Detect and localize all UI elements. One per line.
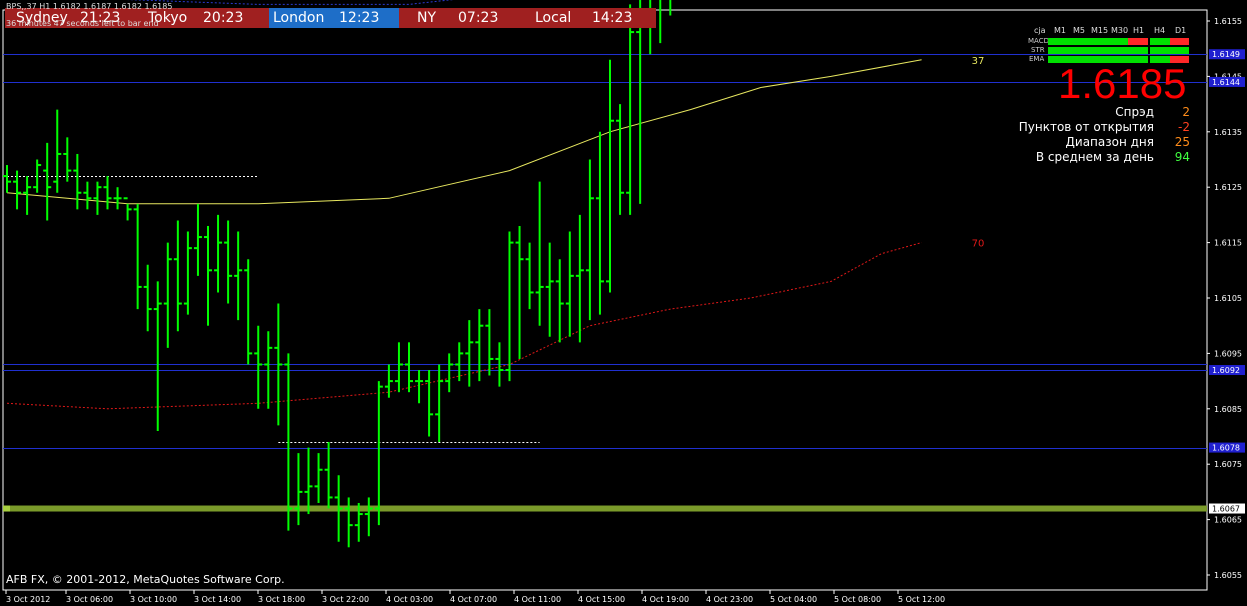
price-axis-label: 1.6115 xyxy=(1214,239,1242,248)
price-axis-label: 1.6155 xyxy=(1214,17,1242,26)
price-axis-label: 1.6075 xyxy=(1214,460,1242,469)
session-name-london: London xyxy=(273,10,325,26)
stat-label-spread: Спрэд xyxy=(1115,105,1154,119)
ma-mid-line xyxy=(6,59,922,205)
ma-slow-line xyxy=(6,242,922,410)
price-tag-label: 1.6092 xyxy=(1212,366,1240,375)
signal-cell-str-m1 xyxy=(1048,47,1068,54)
support-line-marker xyxy=(3,505,10,512)
copyright-text: AFB FX, © 2001-2012, MetaQuotes Software… xyxy=(6,573,285,586)
current-price: 1.6185 xyxy=(1058,60,1187,107)
price-axis-label: 1.6125 xyxy=(1214,183,1242,192)
signal-cell-str-m5 xyxy=(1068,47,1088,54)
time-axis-label: 4 Oct 15:00 xyxy=(578,595,625,604)
signal-cell-str-d1 xyxy=(1170,47,1189,54)
signal-cell-str-h4 xyxy=(1150,47,1170,54)
tf-h4: H4 xyxy=(1154,26,1166,35)
signal-cell-str-h1 xyxy=(1128,47,1148,54)
bar-countdown-caption: 36 minutes 47 seconds left to bar end xyxy=(6,19,159,28)
indicator-label-ema: EMA xyxy=(1029,55,1045,63)
price-axis-label: 1.6095 xyxy=(1214,349,1242,358)
time-axis-label: 3 Oct 06:00 xyxy=(66,595,113,604)
ma-label: 70 xyxy=(972,239,985,250)
session-time-local: 14:23 xyxy=(592,10,633,26)
ma-label: 37 xyxy=(972,56,985,67)
signal-cell-str-m15 xyxy=(1088,47,1108,54)
tf-m1: M1 xyxy=(1054,26,1066,35)
tf-h1: H1 xyxy=(1133,26,1145,35)
time-axis-label: 5 Oct 12:00 xyxy=(898,595,945,604)
signal-cell-macd-h4 xyxy=(1150,38,1170,45)
signal-cell-macd-h1 xyxy=(1128,38,1148,45)
price-tag-label: 1.6149 xyxy=(1212,50,1240,59)
time-axis-label: 3 Oct 22:00 xyxy=(322,595,369,604)
session-name-ny: NY xyxy=(417,10,437,26)
time-axis-label: 4 Oct 03:00 xyxy=(386,595,433,604)
stat-value-points-from-open: -2 xyxy=(1178,120,1190,134)
session-time-ny: 07:23 xyxy=(458,10,499,26)
time-axis-label: 3 Oct 2012 xyxy=(6,595,50,604)
indicator-label-str: STR xyxy=(1031,46,1045,54)
time-axis-label: 4 Oct 11:00 xyxy=(514,595,561,604)
price-tag-label: 1.6144 xyxy=(1212,78,1240,87)
stat-value-spread: 2 xyxy=(1182,105,1190,119)
price-axis-label: 1.6105 xyxy=(1214,294,1242,303)
price-axis-label: 1.6065 xyxy=(1214,516,1242,525)
time-axis-label: 4 Oct 19:00 xyxy=(642,595,689,604)
signal-cell-macd-m1 xyxy=(1048,38,1068,45)
time-axis-label: 3 Oct 14:00 xyxy=(194,595,241,604)
stat-label-daily-average: В среднем за день xyxy=(1035,150,1154,164)
stat-label-day-range: Диапазон дня xyxy=(1065,135,1154,149)
session-time-tokyo: 20:23 xyxy=(203,10,244,26)
time-axis-label: 3 Oct 18:00 xyxy=(258,595,305,604)
tf-m5: M5 xyxy=(1073,26,1085,35)
stat-value-daily-average: 94 xyxy=(1174,150,1190,164)
price-axis-label: 1.6135 xyxy=(1214,128,1242,137)
session-time-london: 12:23 xyxy=(339,10,380,26)
signal-cell-macd-m30 xyxy=(1108,38,1128,45)
panel-title: cja xyxy=(1034,26,1046,35)
chart-frame xyxy=(2,9,1208,591)
time-axis-label: 4 Oct 07:00 xyxy=(450,595,497,604)
signal-cell-macd-m15 xyxy=(1088,38,1108,45)
indicator-label-macd: MACD xyxy=(1028,37,1049,45)
session-name-local: Local xyxy=(535,10,572,26)
signal-cell-str-m30 xyxy=(1108,47,1128,54)
signal-cell-macd-d1 xyxy=(1170,38,1189,45)
tf-m30: M30 xyxy=(1111,26,1129,35)
ohlc-readout: BPS,,37 H1 1.6182 1.6187 1.6182 1.6185 xyxy=(6,2,173,11)
tf-d1: D1 xyxy=(1175,26,1187,35)
price-axis-label: 1.6055 xyxy=(1214,571,1242,580)
tf-m15: M15 xyxy=(1091,26,1109,35)
support-line xyxy=(3,505,1207,512)
time-axis-label: 3 Oct 10:00 xyxy=(130,595,177,604)
time-axis-label: 4 Oct 23:00 xyxy=(706,595,753,604)
stat-label-points-from-open: Пунктов от открытия xyxy=(1018,120,1154,134)
time-axis-label: 5 Oct 08:00 xyxy=(834,595,881,604)
price-tag-label: 1.6067 xyxy=(1212,505,1240,514)
signal-cell-macd-m5 xyxy=(1068,38,1088,45)
time-axis-label: 5 Oct 04:00 xyxy=(770,595,817,604)
price-tag-label: 1.6078 xyxy=(1212,444,1240,453)
price-axis-label: 1.6085 xyxy=(1214,405,1242,414)
stat-value-day-range: 25 xyxy=(1174,135,1190,149)
